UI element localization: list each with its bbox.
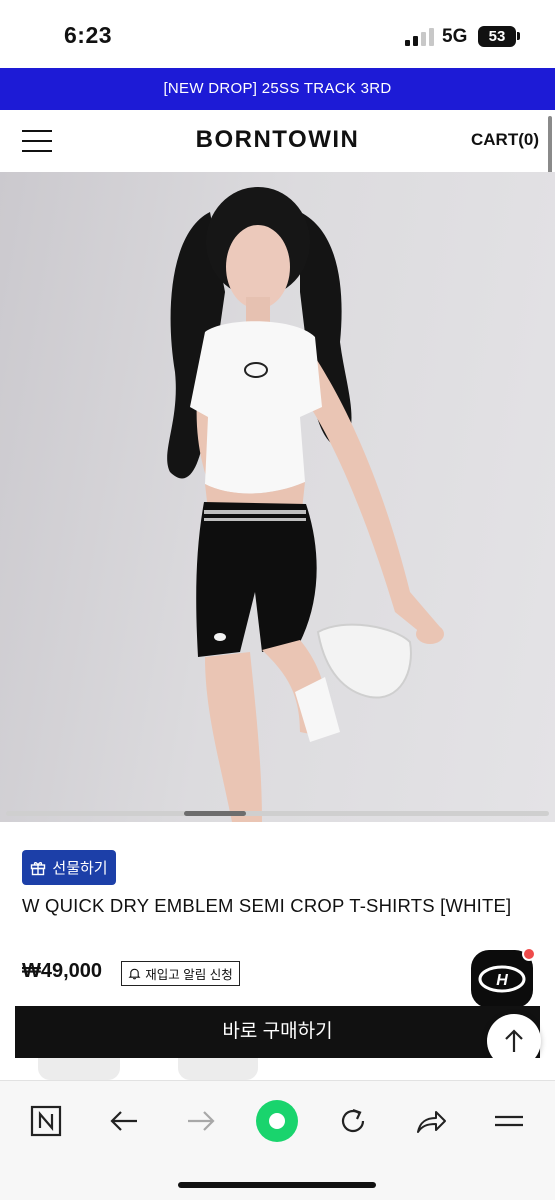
image-carousel-scrollbar[interactable] (6, 811, 549, 816)
browser-center-button[interactable] (255, 1099, 299, 1143)
announcement-banner[interactable]: [NEW DROP] 25SS TRACK 3RD (0, 68, 555, 110)
restock-alert-label: 재입고 알림 신청 (145, 968, 233, 982)
forward-button[interactable] (179, 1099, 223, 1143)
gift-button[interactable]: 선물하기 (22, 850, 116, 885)
reload-button[interactable] (331, 1099, 375, 1143)
image-carousel-thumb[interactable] (184, 811, 246, 816)
menu-lines-icon (495, 1115, 523, 1127)
arrow-left-icon (110, 1111, 137, 1131)
site-header: BORNTOWIN CART(0) (0, 110, 555, 206)
browser-home-button[interactable] (24, 1099, 68, 1143)
battery-icon: 53 (478, 26, 516, 47)
home-indicator (178, 1182, 376, 1188)
network-type: 5G (442, 26, 468, 47)
status-time: 6:23 (64, 22, 113, 48)
product-title: W QUICK DRY EMBLEM SEMI CROP T-SHIRTS [W… (22, 895, 512, 916)
model-photo (167, 187, 444, 822)
signal-icon (405, 28, 435, 46)
n-logo-icon (30, 1105, 62, 1137)
green-dot-icon (256, 1100, 298, 1142)
svg-text:H: H (496, 972, 508, 989)
share-button[interactable] (409, 1099, 453, 1143)
next-section-preview (0, 1058, 555, 1080)
reload-icon (341, 1108, 365, 1133)
gift-icon (31, 861, 46, 875)
share-icon (417, 1111, 446, 1133)
back-button[interactable] (102, 1099, 146, 1143)
restock-alert-button[interactable]: 재입고 알림 신청 (121, 961, 240, 986)
arrow-right-icon (188, 1111, 215, 1131)
browser-toolbar (0, 1080, 555, 1200)
page: 6:23 5G 53 [NEW DROP] 25SS TRACK 3RD BOR… (0, 0, 555, 1200)
more-menu-button[interactable] (487, 1099, 531, 1143)
product-price: ₩49,000 (22, 960, 103, 982)
brand-chat-button[interactable]: H (471, 947, 536, 1008)
cart-link[interactable]: CART(0) (471, 130, 539, 150)
battery-tip (517, 32, 520, 40)
status-bar: 6:23 5G 53 (0, 0, 555, 68)
product-image[interactable] (0, 172, 555, 822)
notification-badge (522, 947, 536, 961)
menu-icon[interactable] (22, 130, 52, 152)
buy-now-button[interactable]: 바로 구매하기 (15, 1006, 540, 1058)
gift-button-label: 선물하기 (52, 860, 108, 877)
bell-icon (128, 968, 141, 980)
